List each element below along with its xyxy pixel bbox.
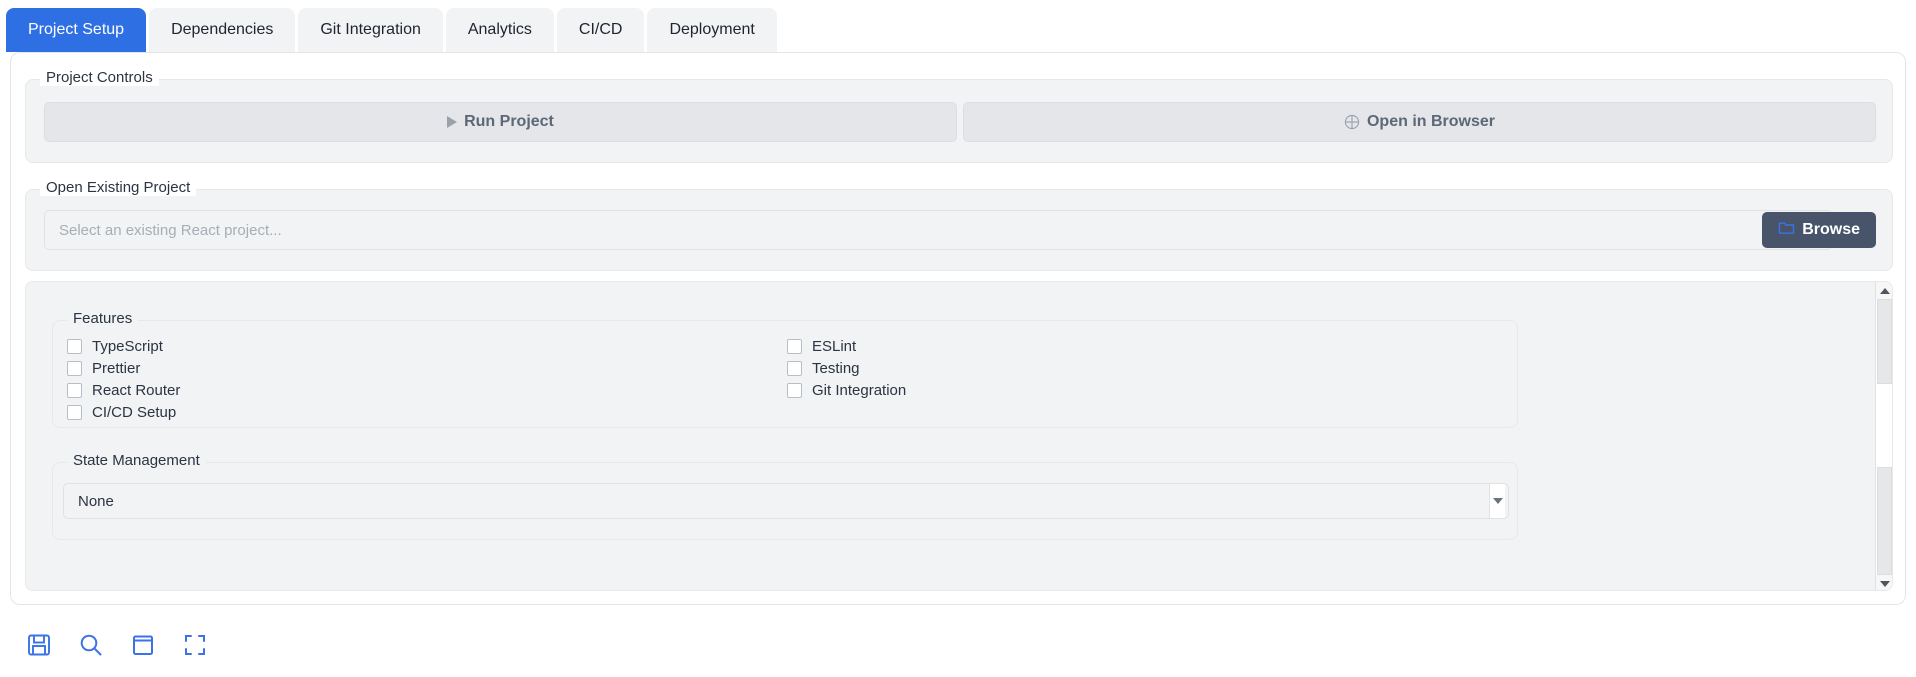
checkbox-row-react-router[interactable]: React Router (63, 379, 783, 401)
browse-label: Browse (1802, 221, 1860, 238)
checkbox-label: Git Integration (812, 381, 907, 399)
checkbox-typescript[interactable] (67, 338, 82, 354)
project-controls-row: Run Project Open in Browser (44, 102, 1876, 142)
checkbox-testing[interactable] (787, 360, 802, 376)
checkbox-label: ESLint (812, 337, 857, 355)
state-management-select[interactable]: None (63, 483, 1509, 519)
window-icon[interactable] (128, 630, 158, 660)
run-project-label: Run Project (464, 113, 554, 130)
play-icon (447, 116, 458, 128)
checkbox-row-prettier[interactable]: Prettier (63, 357, 783, 379)
checkbox-row-git-integration[interactable]: Git Integration (783, 379, 1503, 401)
features-right-column: ESLint Testing Git Integration (783, 335, 1503, 423)
open-existing-row: Browse (44, 210, 1876, 250)
browse-button[interactable]: Browse (1762, 212, 1876, 248)
features-columns: TypeScript Prettier React Router CI/CD S… (63, 335, 1503, 423)
scrollbar-thumb-lower[interactable] (1877, 467, 1892, 575)
tab-bar: Project Setup Dependencies Git Integrati… (0, 0, 1916, 52)
save-icon[interactable] (24, 630, 54, 660)
checkbox-prettier[interactable] (67, 360, 82, 376)
group-legend: State Management (67, 452, 206, 469)
checkbox-label: TypeScript (92, 337, 163, 355)
project-controls-group: Project Controls Run Project Open in Bro… (25, 69, 1893, 163)
open-in-browser-button[interactable]: Open in Browser (963, 102, 1876, 142)
project-setup-panel: Project Controls Run Project Open in Bro… (10, 52, 1906, 605)
tab-label: CI/CD (578, 21, 623, 38)
tab-label: Project Setup (28, 21, 125, 38)
tab-git-integration[interactable]: Git Integration (298, 8, 443, 52)
project-path-input[interactable] (44, 210, 1833, 250)
tab-cicd[interactable]: CI/CD (556, 8, 645, 52)
checkbox-git-integration[interactable] (787, 382, 802, 398)
tab-deployment[interactable]: Deployment (647, 8, 777, 52)
features-left-column: TypeScript Prettier React Router CI/CD S… (63, 335, 783, 423)
group-legend: Project Controls (40, 69, 159, 86)
scroll-up-button[interactable] (1876, 282, 1892, 299)
checkbox-eslint[interactable] (787, 338, 802, 354)
bottom-toolbar (0, 612, 1916, 677)
scrollbar-thumb-upper[interactable] (1877, 299, 1892, 384)
open-existing-project-group: Open Existing Project Browse (25, 179, 1893, 271)
tab-dependencies[interactable]: Dependencies (149, 8, 296, 52)
checkbox-label: CI/CD Setup (92, 403, 177, 421)
fullscreen-icon[interactable] (180, 630, 210, 660)
scroll-down-button[interactable] (1876, 575, 1892, 590)
search-icon[interactable] (76, 630, 106, 660)
globe-icon (1344, 114, 1360, 130)
vertical-scrollbar[interactable] (1875, 282, 1892, 590)
tab-label: Deployment (669, 21, 755, 38)
state-management-select-wrap: None (63, 483, 1509, 519)
checkbox-label: React Router (92, 381, 181, 399)
checkbox-label: Prettier (92, 359, 141, 377)
scrollbar-track[interactable] (1876, 299, 1892, 575)
tab-label: Dependencies (171, 21, 274, 38)
folder-icon (1778, 220, 1795, 240)
features-group: Features TypeScript Prettier React Route… (52, 310, 1518, 428)
checkbox-label: Testing (812, 359, 860, 377)
open-in-browser-label: Open in Browser (1366, 113, 1496, 130)
checkbox-row-typescript[interactable]: TypeScript (63, 335, 783, 357)
tab-analytics[interactable]: Analytics (445, 8, 554, 52)
run-project-button[interactable]: Run Project (44, 102, 957, 142)
settings-scroll-region: Features TypeScript Prettier React Route… (25, 281, 1893, 591)
checkbox-row-testing[interactable]: Testing (783, 357, 1503, 379)
settings-scroll-content: Features TypeScript Prettier React Route… (26, 282, 1870, 590)
checkbox-row-eslint[interactable]: ESLint (783, 335, 1503, 357)
tab-project-setup[interactable]: Project Setup (6, 8, 147, 52)
group-legend: Open Existing Project (40, 179, 197, 196)
checkbox-react-router[interactable] (67, 382, 82, 398)
group-legend: Features (67, 310, 139, 327)
tab-label: Git Integration (320, 21, 421, 38)
tab-label: Analytics (467, 21, 532, 38)
checkbox-cicd-setup[interactable] (67, 404, 82, 420)
state-management-group: State Management None (52, 452, 1518, 540)
checkbox-row-cicd-setup[interactable]: CI/CD Setup (63, 401, 783, 423)
